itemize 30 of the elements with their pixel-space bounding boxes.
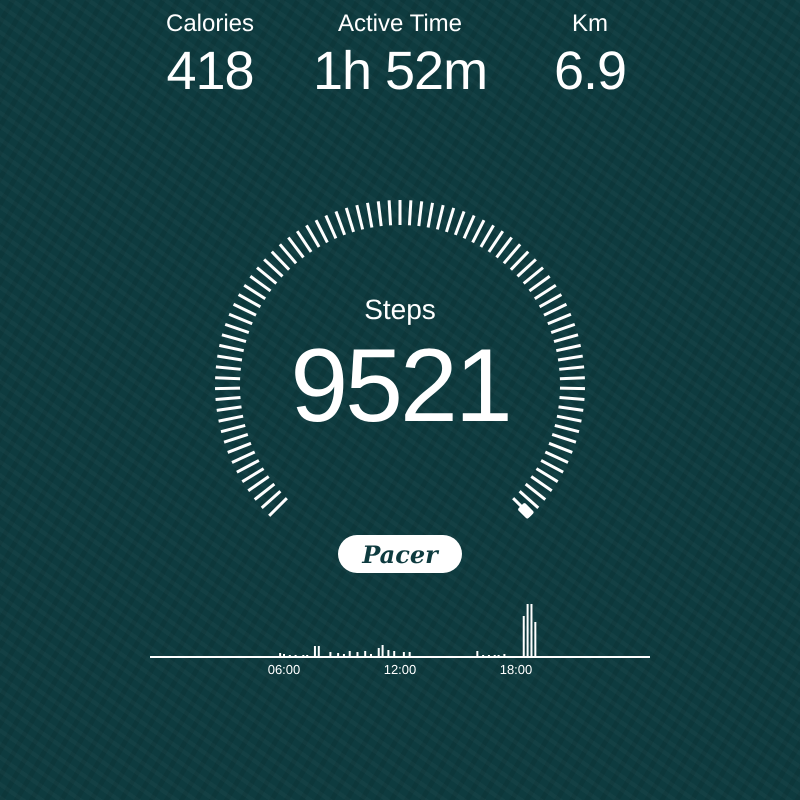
activity-bar [279, 653, 282, 656]
time-label: 06:00 [268, 662, 300, 677]
activity-bar [356, 652, 358, 656]
stat-value: 418 [166, 40, 254, 102]
time-label: 18:00 [500, 662, 532, 677]
activity-bar [387, 650, 390, 656]
activity-bar [318, 646, 320, 656]
activity-bar [534, 622, 536, 656]
stat-value: 6.9 [554, 40, 626, 102]
activity-bar [337, 653, 340, 656]
stat-label: Km [572, 9, 608, 39]
activity-bar [364, 651, 366, 656]
time-label: 12:00 [384, 662, 416, 677]
stat-label: Active Time [338, 9, 462, 39]
activity-bar [314, 646, 316, 656]
activity-bar [402, 652, 405, 656]
activity-bar [348, 651, 351, 656]
activity-bar [393, 651, 396, 656]
steps-count: 9521 [290, 331, 510, 441]
stat-value: 1h 52m [312, 40, 488, 102]
progress-marker [517, 502, 534, 520]
stat-label: Calories [166, 9, 254, 39]
activity-bar [382, 645, 384, 656]
activity-bar [408, 652, 411, 656]
activity-bar [522, 616, 525, 656]
activity-bar [329, 652, 332, 656]
brand-logo: Pacer [338, 535, 462, 573]
activity-bar [476, 651, 478, 656]
activity-bar [378, 648, 380, 656]
steps-label: Steps [364, 293, 436, 327]
